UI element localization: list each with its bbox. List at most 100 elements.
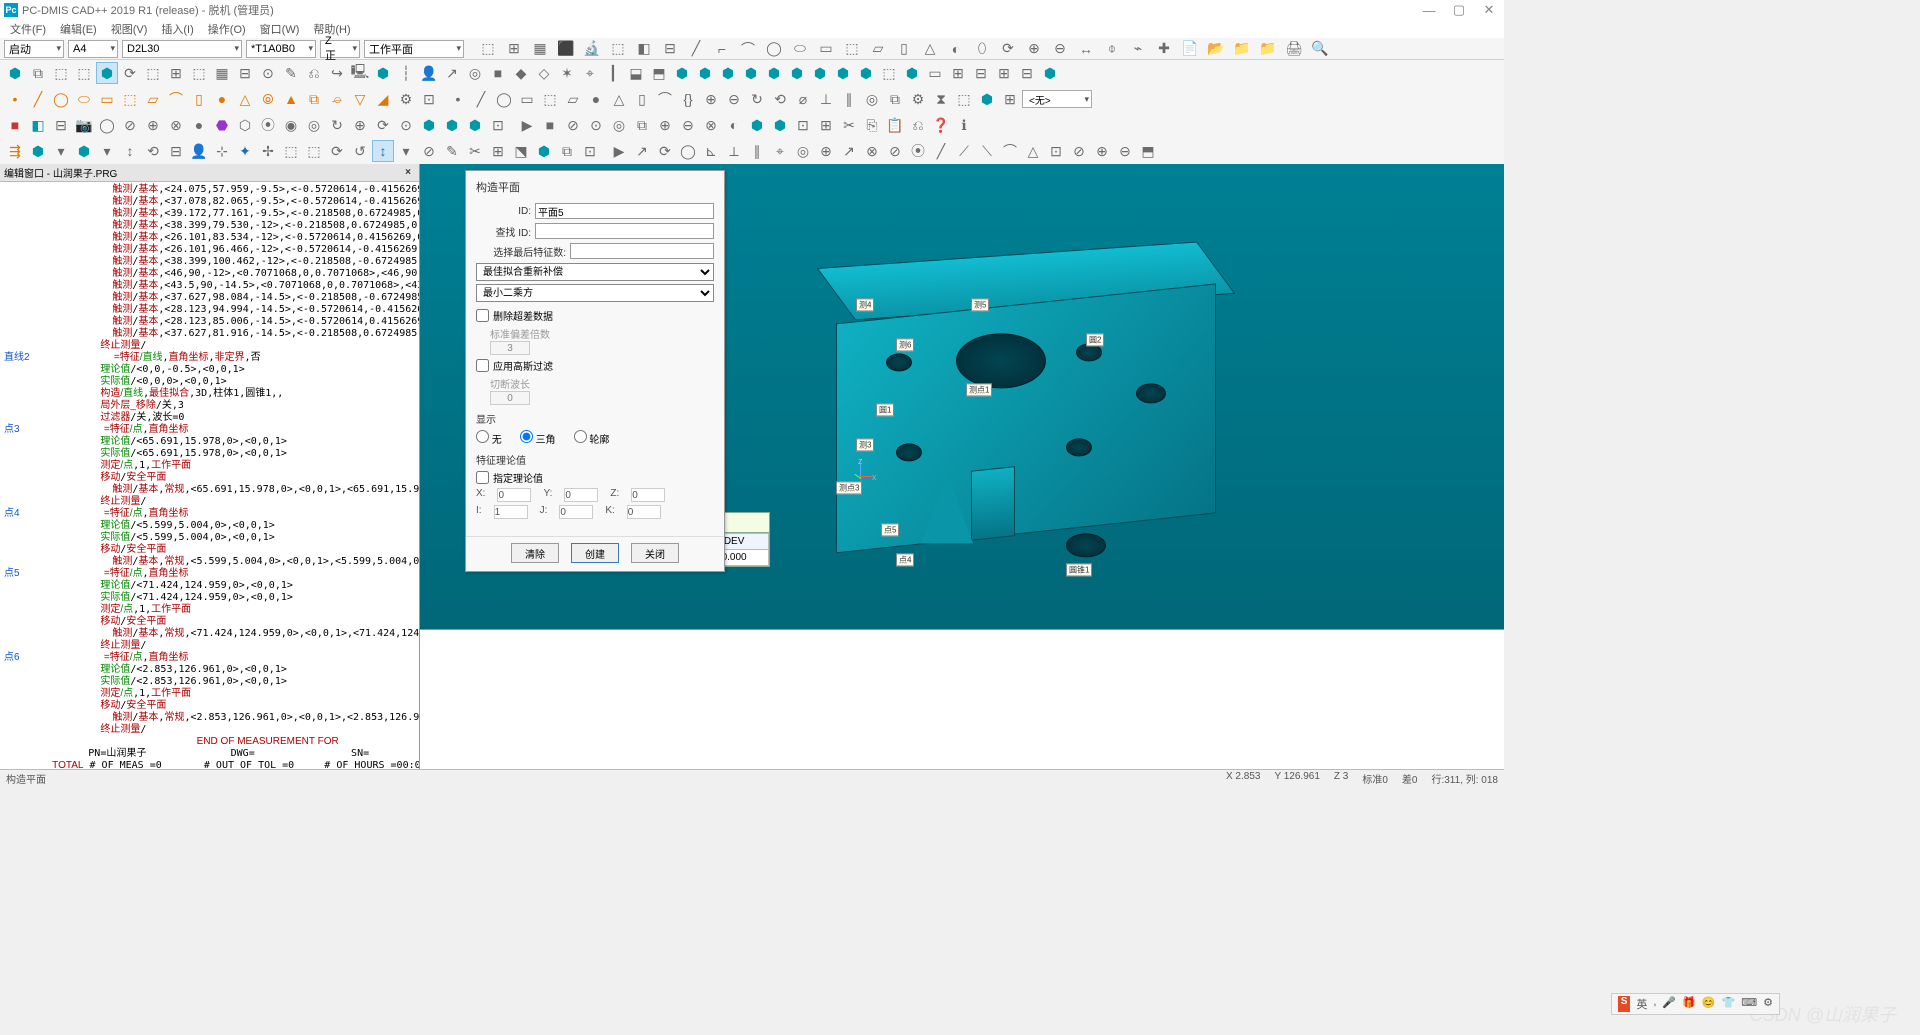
tb2-i9[interactable]: ⬚ (188, 62, 210, 84)
tb2-i4[interactable]: ⬚ (73, 62, 95, 84)
tb5-ci10[interactable]: ⊕ (815, 140, 837, 162)
tb4-i36[interactable]: ⊞ (815, 114, 837, 136)
tb5-i9[interactable]: 👤 (188, 140, 210, 162)
tb3-ci14[interactable]: ⊞ (999, 88, 1021, 110)
tb4-i29[interactable]: ⊕ (654, 114, 676, 136)
tb3-cset-icon[interactable]: {} (677, 88, 699, 110)
tb2-i5-active[interactable]: ⬢ (96, 62, 118, 84)
tb-ico-25[interactable]: ⌽ (1101, 38, 1123, 60)
tb3-cline-icon[interactable]: ╱ (470, 88, 492, 110)
tb5-ci19[interactable]: △ (1022, 140, 1044, 162)
ime-i3[interactable]: 🎁 (1682, 996, 1696, 1012)
tb-ico-15[interactable]: ⬚ (841, 38, 863, 60)
tb4-i7[interactable]: ⊕ (142, 114, 164, 136)
tb5-ci2[interactable]: ↗ (631, 140, 653, 162)
tb5-ci24[interactable]: ⬒ (1137, 140, 1159, 162)
tb5-i26[interactable]: ⊡ (579, 140, 601, 162)
tb3-crect-icon[interactable]: ▭ (516, 88, 538, 110)
tb4-i22[interactable]: ⊡ (487, 114, 509, 136)
tb2-i10[interactable]: ▦ (211, 62, 233, 84)
tb5-i11[interactable]: ✦ (234, 140, 256, 162)
tb4-i27[interactable]: ◎ (608, 114, 630, 136)
tb2-i35[interactable]: ⬢ (786, 62, 808, 84)
tb4-copy-icon[interactable]: ⎘ (861, 114, 883, 136)
tb5-i15[interactable]: ⟳ (326, 140, 348, 162)
tb-ico-16[interactable]: ▱ (867, 38, 889, 60)
tb2-i38[interactable]: ⬢ (855, 62, 877, 84)
x-input[interactable] (497, 488, 531, 502)
tb4-cam-icon[interactable]: 📷 (73, 114, 95, 136)
tb-ico-22[interactable]: ⊕ (1023, 38, 1045, 60)
menu-operation[interactable]: 操作(O) (202, 19, 252, 39)
method1-select[interactable]: 最佳拟合重新补偿 (476, 263, 714, 281)
tb-ico-24[interactable]: ↔ (1075, 38, 1097, 60)
radio-tri[interactable]: 三角 (520, 430, 556, 446)
tb4-cut-icon[interactable]: ✂ (838, 114, 860, 136)
tb5-ci6[interactable]: ⟂ (723, 140, 745, 162)
tb4-i13[interactable]: ◉ (280, 114, 302, 136)
tb5-i4[interactable]: ⬢ (73, 140, 95, 162)
std-mult-input[interactable] (490, 341, 530, 355)
tb2-i42[interactable]: ⊞ (947, 62, 969, 84)
tb5-i12[interactable]: ✢ (257, 140, 279, 162)
code-area[interactable]: 触测/基本,<24.075,57.959,-9.5>,<-0.5720614,-… (0, 182, 419, 769)
tb5-ci22[interactable]: ⊕ (1091, 140, 1113, 162)
tb3-ci10[interactable]: ⚙ (907, 88, 929, 110)
tb5-ci15[interactable]: ╱ (930, 140, 952, 162)
chk-gauss[interactable] (476, 359, 489, 372)
tb-ico-13[interactable]: ⬭ (789, 38, 811, 60)
tb4-i11[interactable]: ⬡ (234, 114, 256, 136)
tb2-i16[interactable]: 🖳 (349, 62, 371, 84)
tb4-i26[interactable]: ⊙ (585, 114, 607, 136)
find-input[interactable] (535, 223, 714, 239)
tb5-i7[interactable]: ⟲ (142, 140, 164, 162)
ime-i5[interactable]: 👕 (1722, 996, 1736, 1012)
minimize-button[interactable]: — (1414, 0, 1444, 20)
tb-ico-26[interactable]: ⌁ (1127, 38, 1149, 60)
tb5-i21[interactable]: ✂ (464, 140, 486, 162)
tb3-line-icon[interactable]: ╱ (27, 88, 49, 110)
tb3-i13[interactable]: ▲ (280, 88, 302, 110)
maximize-button[interactable]: ▢ (1444, 0, 1474, 20)
ime-i7[interactable]: ⚙ (1763, 996, 1773, 1012)
tb4-paste-icon[interactable]: 📋 (884, 114, 906, 136)
tb2-i11[interactable]: ⊟ (234, 62, 256, 84)
tb4-i20[interactable]: ⬢ (441, 114, 463, 136)
tb-preview-icon[interactable]: 🔍 (1309, 38, 1331, 60)
tb5-ci8[interactable]: ⌖ (769, 140, 791, 162)
tb2-i37[interactable]: ⬢ (832, 62, 854, 84)
chk-theory[interactable] (476, 471, 489, 484)
tb5-ci11[interactable]: ↗ (838, 140, 860, 162)
tb3-plane-icon[interactable]: ▱ (142, 88, 164, 110)
tb5-ci7[interactable]: ∥ (746, 140, 768, 162)
tb3-circ-icon[interactable]: ◯ (50, 88, 72, 110)
btn-close[interactable]: 关闭 (631, 543, 679, 563)
tb2-i8[interactable]: ⊞ (165, 62, 187, 84)
tb5-ci9[interactable]: ◎ (792, 140, 814, 162)
tb5-i2[interactable]: ⬢ (27, 140, 49, 162)
tb5-i3[interactable]: ▾ (50, 140, 72, 162)
tb-saveas-icon[interactable]: 📁 (1257, 38, 1279, 60)
tb3-i17[interactable]: ◢ (372, 88, 394, 110)
tb2-i45[interactable]: ⊟ (1016, 62, 1038, 84)
tb5-i18[interactable]: ▾ (395, 140, 417, 162)
tb3-ci1[interactable]: ⊕ (700, 88, 722, 110)
tb5-i6[interactable]: ↕ (119, 140, 141, 162)
tb2-i43[interactable]: ⊟ (970, 62, 992, 84)
tb3-curve-icon[interactable]: ⌒ (165, 88, 187, 110)
tb4-i9[interactable]: ● (188, 114, 210, 136)
tb5-i25[interactable]: ⧉ (556, 140, 578, 162)
tb3-ci11[interactable]: ⧗ (930, 88, 952, 110)
tb5-i8[interactable]: ⊟ (165, 140, 187, 162)
tb2-i31[interactable]: ⬢ (694, 62, 716, 84)
chk-remove-outlier[interactable] (476, 309, 489, 322)
tb4-i34[interactable]: ⬢ (769, 114, 791, 136)
tb4-i25[interactable]: ⊘ (562, 114, 584, 136)
tb-ico-23[interactable]: ⊖ (1049, 38, 1071, 60)
tb5-i14[interactable]: ⬚ (303, 140, 325, 162)
tb2-i32[interactable]: ⬢ (717, 62, 739, 84)
tb3-i15[interactable]: ⌮ (326, 88, 348, 110)
tb5-i19[interactable]: ⊘ (418, 140, 440, 162)
tb5-i1[interactable]: ⇶ (4, 140, 26, 162)
tb5-i13[interactable]: ⬚ (280, 140, 302, 162)
